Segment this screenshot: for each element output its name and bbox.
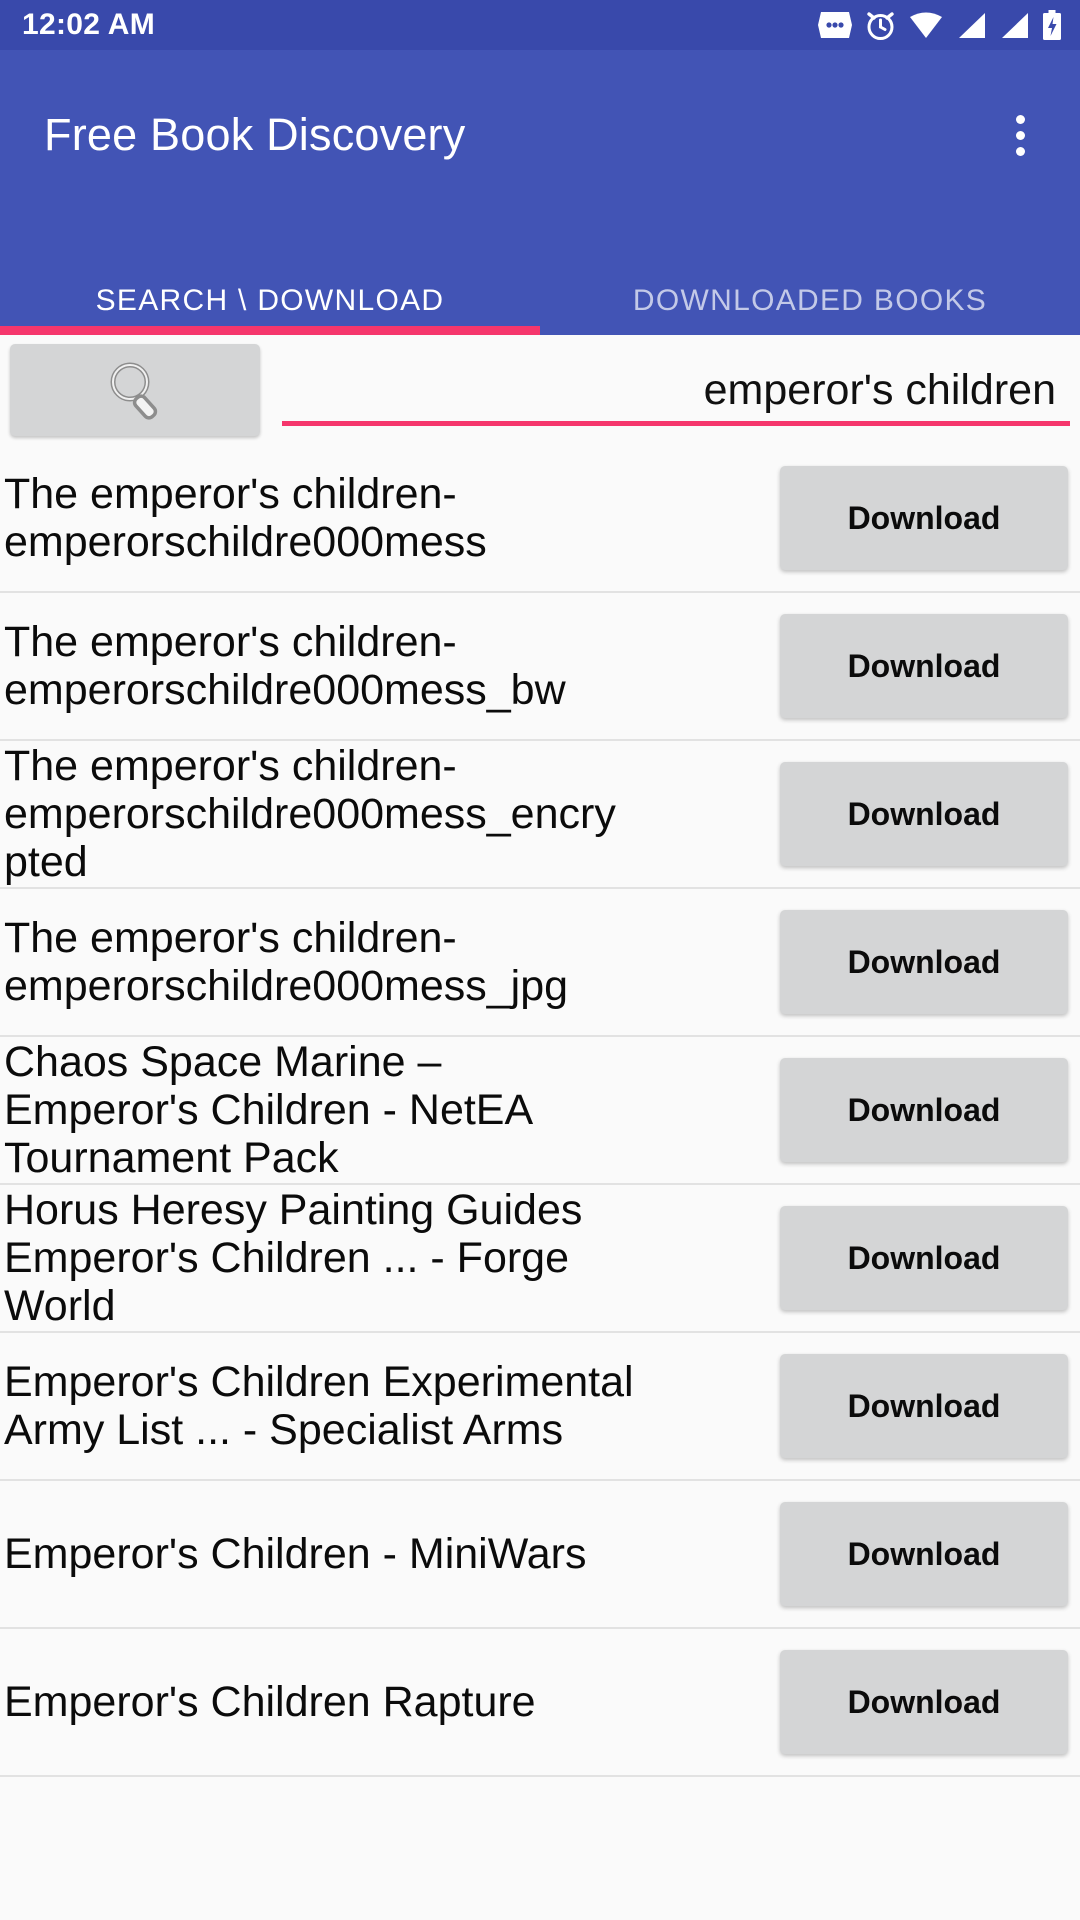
signal-icon-2 xyxy=(999,12,1029,39)
download-button[interactable]: Download xyxy=(780,1354,1068,1458)
result-title: Chaos Space Marine – Emperor's Children … xyxy=(4,1037,531,1183)
signal-icon xyxy=(956,12,986,39)
download-button[interactable]: Download xyxy=(780,1650,1068,1754)
alarm-icon xyxy=(865,10,896,41)
status-icons xyxy=(818,9,1062,41)
result-title: The emperor's children-emperorschildre00… xyxy=(4,913,569,1010)
table-row[interactable]: Emperor's Children - MiniWars Download xyxy=(0,1481,1080,1629)
download-button[interactable]: Download xyxy=(780,1206,1068,1310)
download-button[interactable]: Download xyxy=(780,614,1068,718)
messages-icon xyxy=(818,12,852,38)
search-input[interactable]: emperor's children xyxy=(282,344,1070,436)
table-row[interactable]: Emperor's Children Experimental Army Lis… xyxy=(0,1333,1080,1481)
table-row[interactable]: The emperor's children-emperorschildre00… xyxy=(0,741,1080,889)
battery-charging-icon xyxy=(1042,9,1062,41)
table-row[interactable]: Horus Heresy Painting Guides Emperor's C… xyxy=(0,1185,1080,1333)
search-row: emperor's children xyxy=(0,335,1080,445)
table-row[interactable]: The emperor's children-emperorschildre00… xyxy=(0,445,1080,593)
overflow-dot xyxy=(1015,114,1025,124)
result-title: The emperor's children-emperorschildre00… xyxy=(4,469,487,566)
download-button[interactable]: Download xyxy=(780,910,1068,1014)
result-title: The emperor's children-emperorschildre00… xyxy=(4,617,566,714)
overflow-dot xyxy=(1015,146,1025,156)
download-button[interactable]: Download xyxy=(780,762,1068,866)
tab-search-download[interactable]: SEARCH \ DOWNLOAD xyxy=(0,220,540,335)
tab-indicator xyxy=(0,326,540,335)
result-title: The emperor's children-emperorschildre00… xyxy=(4,741,616,887)
app-bar: Free Book Discovery xyxy=(0,50,1080,220)
overflow-menu-icon[interactable] xyxy=(988,103,1052,167)
results-list: The emperor's children-emperorschildre00… xyxy=(0,445,1080,1777)
table-row[interactable]: Emperor's Children Rapture Download xyxy=(0,1629,1080,1777)
status-time: 12:02 AM xyxy=(22,8,156,41)
magnifier-icon xyxy=(101,355,169,426)
tab-downloaded-books[interactable]: DOWNLOADED BOOKS xyxy=(540,220,1080,335)
search-input-underline xyxy=(282,421,1070,426)
wifi-icon xyxy=(909,11,943,39)
download-button[interactable]: Download xyxy=(780,1502,1068,1606)
app-screen: 12:02 AM Free Book Discovery SEARCH \ DO… xyxy=(0,0,1080,1920)
search-button[interactable] xyxy=(10,344,260,436)
app-title: Free Book Discovery xyxy=(44,109,466,160)
table-row[interactable]: The emperor's children-emperorschildre00… xyxy=(0,889,1080,1037)
status-bar: 12:02 AM xyxy=(0,0,1080,50)
result-title: Emperor's Children Rapture xyxy=(4,1677,536,1726)
search-input-value: emperor's children xyxy=(703,365,1056,414)
download-button[interactable]: Download xyxy=(780,1058,1068,1162)
result-title: Emperor's Children Experimental Army Lis… xyxy=(4,1357,634,1454)
table-row[interactable]: The emperor's children-emperorschildre00… xyxy=(0,593,1080,741)
table-row[interactable]: Chaos Space Marine – Emperor's Children … xyxy=(0,1037,1080,1185)
tab-bar: SEARCH \ DOWNLOAD DOWNLOADED BOOKS xyxy=(0,220,1080,335)
overflow-dot xyxy=(1015,130,1025,140)
download-button[interactable]: Download xyxy=(780,466,1068,570)
result-title: Emperor's Children - MiniWars xyxy=(4,1529,587,1578)
result-title: Horus Heresy Painting Guides Emperor's C… xyxy=(4,1185,583,1331)
